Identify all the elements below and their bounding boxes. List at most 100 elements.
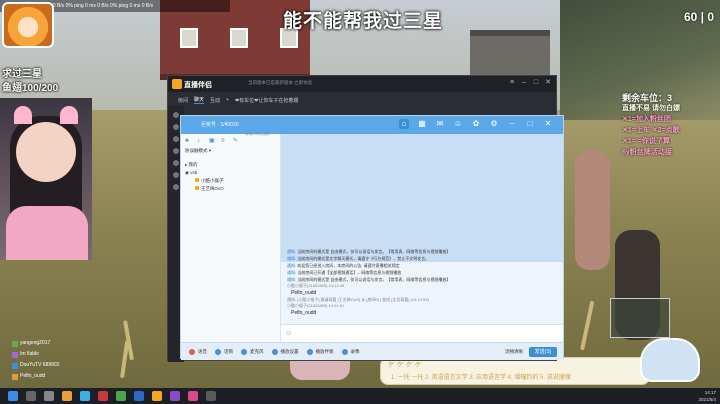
log-label: 通知:	[287, 270, 297, 275]
avatar[interactable]	[189, 348, 195, 355]
eye-icon[interactable]	[173, 124, 179, 130]
accompaniment-label[interactable]: 播放伴奏	[316, 349, 334, 355]
tab-room[interactable]: 房间	[178, 97, 188, 104]
channel-row[interactable]: ◉ vs5	[185, 170, 197, 176]
gift-icon[interactable]: ✿	[471, 119, 481, 129]
user-level-icon	[12, 340, 18, 347]
log-label: 通知:	[287, 249, 297, 254]
search-icon[interactable]	[26, 391, 36, 401]
add-tab-button[interactable]: +	[226, 97, 229, 103]
game-character	[575, 150, 610, 270]
chat-input-box[interactable]: ☺	[281, 324, 563, 342]
speaker-icon[interactable]: ♪	[197, 138, 203, 144]
mic-label[interactable]: 话筒	[224, 349, 233, 355]
tab-interact[interactable]: 互动	[210, 97, 220, 104]
close-icon[interactable]: ✕	[544, 79, 552, 87]
group-header[interactable]: ▸ 我的	[185, 162, 198, 168]
send-button[interactable]: 发送(S)	[529, 347, 557, 357]
folder-icon[interactable]	[62, 391, 72, 401]
subtitle-heading: ケ ケ ケ ケ	[387, 362, 421, 369]
app-icon[interactable]	[170, 391, 180, 401]
maximize-icon[interactable]: □	[532, 79, 540, 87]
app-notice: 当前版本已是最新版本 立即体验	[248, 80, 313, 85]
ear-icon	[60, 106, 78, 124]
user-icon[interactable]: ☺	[453, 119, 463, 129]
emoji-icon[interactable]: ☺	[285, 330, 292, 337]
log-text: 当前房间的模式是 自由模式，仅可以说话与发言。【常用表、网络等信息与视频播放】	[297, 249, 451, 254]
browser-icon[interactable]	[80, 391, 90, 401]
top-right-counter: 60 | 0	[683, 10, 714, 24]
close-icon[interactable]: ✕	[543, 119, 553, 129]
goal-progress: 鱼翅100/200	[2, 83, 59, 94]
app-icon[interactable]	[188, 391, 198, 401]
grid-icon[interactable]: ▦	[417, 119, 427, 129]
lock-icon[interactable]: ▣	[209, 138, 215, 144]
app-icon[interactable]	[152, 391, 162, 401]
eye-icon[interactable]	[173, 184, 179, 190]
chat-bottom-bar: 语音 话筒 麦克风 播放设置 播放伴奏 录像 流畅清晰 发送(S)	[181, 342, 563, 360]
log-label: 通知:	[287, 277, 297, 282]
record-icon[interactable]	[341, 348, 348, 355]
mic-icon[interactable]	[215, 348, 221, 355]
panel-line: ✕1=加入粉丝团	[622, 116, 671, 123]
task-view-icon[interactable]	[44, 391, 54, 401]
microphone-icon[interactable]	[241, 348, 247, 355]
user-level-icon	[12, 373, 18, 380]
voice-chat-window: 巨奖号 · 1/40020 ⌂ ▦ ✉ ☺ ✿ ⚙ – □ ✕ ♣ ♪ ▣ ≡ …	[180, 115, 564, 360]
app-icon[interactable]	[134, 391, 144, 401]
search-hint: 等待人可以加群	[245, 132, 270, 136]
tab-chat[interactable]: 聊天	[194, 96, 205, 104]
system-tray[interactable]: 14:17 2021/5/4	[698, 389, 716, 403]
member-list-panel: ♣ ♪ ▣ ≡ ✎ 防误触模式 ▾ ▸ 我的 ◉ vs5 小酷小猴子 王艺梅Ov…	[181, 134, 281, 342]
menu-icon[interactable]: ≡	[508, 79, 516, 87]
minimize-icon[interactable]: –	[507, 119, 517, 129]
danmaku-line: Im flable	[12, 349, 102, 360]
mini-map	[610, 298, 670, 338]
panel-line: ✕1=上车 ✕2=点歌	[622, 127, 680, 134]
microphone-label[interactable]: 麦克风	[250, 349, 264, 355]
eye-icon[interactable]	[173, 148, 179, 154]
log-label: 通知:	[287, 263, 297, 268]
app-icon[interactable]	[206, 391, 216, 401]
settings-icon[interactable]: ⚙	[489, 119, 499, 129]
danmaku-user: yangeng2017	[20, 340, 51, 346]
member-row[interactable]: 小酷小猴子	[195, 178, 224, 184]
playback-settings-label[interactable]: 播放设置	[281, 349, 299, 355]
music-icon[interactable]	[306, 348, 313, 355]
chat-header-icons: ⌂ ▦ ✉ ☺ ✿ ⚙ – □ ✕	[399, 119, 553, 129]
right-info-panel: 剩余车位：3 直播不易 请勿白嫖 ✕1=加入粉丝团 ✕1=上车 ✕2=点歌 ✕1…	[622, 93, 718, 158]
member-name: 王艺梅OvO	[201, 186, 224, 191]
eye-icon[interactable]	[173, 112, 179, 118]
app-icon[interactable]	[116, 391, 126, 401]
channel-name: vs5	[190, 170, 198, 175]
member-name: 小酷小猴子	[201, 178, 224, 183]
message-icon[interactable]: ✉	[435, 119, 445, 129]
danmaku-line: yangeng2017	[12, 338, 102, 349]
eye-icon[interactable]	[173, 136, 179, 142]
minimize-icon[interactable]: –	[520, 79, 528, 87]
app-tabs: 房间 聊天 互动 + ❤有车位❤让你车子在抢着爆	[168, 94, 556, 106]
mode-selector[interactable]: 防误触模式 ▾	[185, 148, 211, 154]
panel-line: 直播不易 请勿白嫖	[622, 105, 680, 112]
member-row[interactable]: 王艺梅OvO	[195, 186, 224, 192]
user-add-icon[interactable]: ♣	[185, 138, 191, 144]
chat-icon[interactable]: ✎	[233, 138, 239, 144]
maximize-icon[interactable]: □	[525, 119, 535, 129]
log-label: 通知:	[287, 256, 297, 261]
start-icon[interactable]	[8, 391, 18, 401]
quality-selector[interactable]: 流畅清晰	[505, 349, 523, 355]
record-label[interactable]: 录像	[351, 349, 360, 355]
group-header-label: 我的	[188, 162, 198, 167]
panel-line: 6y粉丝牌活动接	[622, 149, 672, 156]
eye-icon[interactable]	[173, 160, 179, 166]
app-icon[interactable]	[98, 391, 108, 401]
danmaku-user: Pelfo_oudd	[20, 373, 46, 379]
user-level-icon	[12, 362, 18, 369]
list-icon[interactable]: ≡	[221, 138, 227, 144]
settings-icon[interactable]	[271, 348, 278, 355]
mascot-sticker	[640, 338, 700, 382]
eye-icon[interactable]	[173, 172, 179, 178]
overlay-title: 能不能帮我过三星	[282, 11, 443, 32]
home-icon[interactable]: ⌂	[399, 119, 409, 129]
voice-label[interactable]: 语音	[198, 349, 207, 355]
